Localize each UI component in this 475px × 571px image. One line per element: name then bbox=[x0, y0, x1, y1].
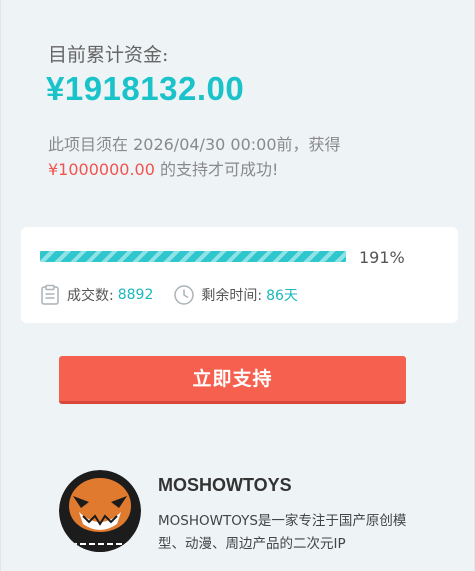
remaining-value: 86天 bbox=[266, 288, 298, 304]
support-now-button[interactable]: 立即支持 bbox=[59, 356, 406, 404]
progress-bar-fill bbox=[40, 251, 346, 262]
stats-row: 成交数: 8892 剩余时间: 86天 bbox=[39, 284, 298, 306]
progress-percent: 191% bbox=[359, 248, 405, 267]
raised-amount: ¥1918132.00 bbox=[46, 70, 245, 107]
deadline-text: 此项目须在 2026/04/30 00:00前，获得 bbox=[48, 135, 341, 154]
clock-icon bbox=[173, 284, 195, 306]
progress-card: 191% 成交数: 8892 剩余时间: 86天 bbox=[21, 227, 458, 323]
goal-suffix: 的支持才可成功! bbox=[154, 160, 279, 179]
creator-name[interactable]: MOSHOWTOYS bbox=[158, 475, 292, 496]
remaining-label: 剩余时间: bbox=[201, 288, 263, 304]
creator-description: MOSHOWTOYS是一家专注于国产原创模型、动漫、周边产品的二次元IP bbox=[158, 513, 407, 552]
deals-value: 8892 bbox=[117, 287, 154, 303]
project-funding-panel: 目前累计资金: ¥1918132.00 此项目须在 2026/04/30 00:… bbox=[0, 0, 475, 571]
progress-bar bbox=[40, 251, 346, 262]
clipboard-icon bbox=[39, 284, 61, 306]
creator-avatar[interactable] bbox=[59, 470, 141, 552]
goal-line: ¥1000000.00 的支持才可成功! bbox=[48, 156, 278, 180]
deals-label: 成交数: bbox=[67, 288, 114, 304]
goal-amount: ¥1000000.00 bbox=[48, 160, 155, 179]
raised-label: 目前累计资金: bbox=[48, 44, 169, 66]
